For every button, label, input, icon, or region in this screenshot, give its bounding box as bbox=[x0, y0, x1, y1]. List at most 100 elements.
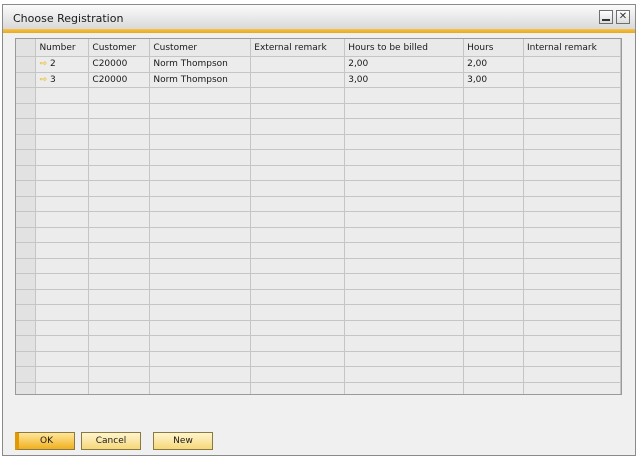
table-cell[interactable] bbox=[250, 382, 346, 394]
table-cell[interactable] bbox=[35, 335, 90, 352]
table-cell[interactable] bbox=[250, 304, 346, 321]
table-cell[interactable] bbox=[35, 366, 90, 383]
table-cell[interactable] bbox=[344, 304, 465, 321]
table-cell[interactable] bbox=[463, 289, 524, 305]
table-cell[interactable] bbox=[523, 351, 621, 367]
table-cell[interactable] bbox=[344, 289, 465, 305]
table-cell[interactable] bbox=[88, 134, 151, 150]
table-cell[interactable] bbox=[149, 258, 252, 274]
table-row[interactable] bbox=[16, 273, 621, 290]
table-cell[interactable] bbox=[523, 211, 621, 228]
table-cell[interactable] bbox=[88, 289, 151, 305]
table-cell[interactable] bbox=[463, 273, 524, 290]
table-cell[interactable] bbox=[88, 103, 151, 119]
table-row[interactable] bbox=[16, 382, 621, 394]
row-selector[interactable] bbox=[16, 304, 37, 321]
table-cell[interactable] bbox=[35, 273, 90, 290]
table-cell[interactable] bbox=[344, 118, 465, 135]
table-cell[interactable] bbox=[463, 382, 524, 394]
table-cell[interactable] bbox=[250, 335, 346, 352]
table-row[interactable] bbox=[16, 180, 621, 197]
table-cell[interactable] bbox=[344, 366, 465, 383]
table-cell[interactable] bbox=[88, 382, 151, 394]
table-cell[interactable] bbox=[250, 149, 346, 166]
table-cell[interactable] bbox=[523, 165, 621, 181]
table-cell[interactable] bbox=[463, 227, 524, 243]
table-cell[interactable] bbox=[250, 366, 346, 383]
table-cell[interactable]: ⇨ 3 bbox=[35, 72, 90, 88]
table-row[interactable] bbox=[16, 258, 621, 274]
table-cell[interactable] bbox=[88, 304, 151, 321]
column-header[interactable]: Customer bbox=[149, 39, 252, 57]
table-cell[interactable] bbox=[523, 304, 621, 321]
table-row[interactable] bbox=[16, 134, 621, 150]
table-cell[interactable] bbox=[463, 149, 524, 166]
close-icon[interactable]: ✕ bbox=[616, 10, 630, 24]
table-cell[interactable] bbox=[88, 351, 151, 367]
column-header[interactable]: Hours to be billed bbox=[344, 39, 465, 57]
table-cell[interactable] bbox=[35, 258, 90, 274]
table-cell[interactable] bbox=[463, 134, 524, 150]
table-row[interactable] bbox=[16, 351, 621, 367]
table-cell[interactable] bbox=[463, 87, 524, 104]
row-selector[interactable] bbox=[16, 180, 37, 197]
table-cell[interactable] bbox=[250, 211, 346, 228]
table-cell[interactable] bbox=[344, 165, 465, 181]
table-cell[interactable] bbox=[149, 289, 252, 305]
table-cell[interactable] bbox=[35, 87, 90, 104]
table-row[interactable] bbox=[16, 242, 621, 259]
table-cell[interactable] bbox=[523, 149, 621, 166]
table-cell[interactable] bbox=[250, 273, 346, 290]
table-cell[interactable] bbox=[523, 382, 621, 394]
table-cell[interactable] bbox=[344, 87, 465, 104]
table-cell[interactable] bbox=[88, 273, 151, 290]
row-selector[interactable] bbox=[16, 242, 37, 259]
table-cell[interactable] bbox=[35, 320, 90, 336]
row-selector[interactable] bbox=[16, 103, 37, 119]
table-cell[interactable] bbox=[344, 242, 465, 259]
table-row[interactable] bbox=[16, 211, 621, 228]
table-cell[interactable] bbox=[250, 180, 346, 197]
table-cell[interactable] bbox=[149, 351, 252, 367]
table-cell[interactable] bbox=[344, 351, 465, 367]
row-selector[interactable] bbox=[16, 118, 37, 135]
table-cell[interactable] bbox=[344, 180, 465, 197]
table-cell[interactable] bbox=[463, 118, 524, 135]
table-cell[interactable] bbox=[523, 103, 621, 119]
table-cell[interactable] bbox=[35, 165, 90, 181]
table-cell[interactable] bbox=[149, 196, 252, 212]
table-cell[interactable] bbox=[463, 165, 524, 181]
table-cell[interactable] bbox=[463, 180, 524, 197]
table-cell[interactable] bbox=[35, 103, 90, 119]
table-cell[interactable]: 3,00 bbox=[463, 72, 524, 88]
table-cell[interactable] bbox=[88, 87, 151, 104]
table-cell[interactable] bbox=[250, 351, 346, 367]
table-cell[interactable] bbox=[88, 227, 151, 243]
table-row[interactable] bbox=[16, 335, 621, 352]
table-cell[interactable]: C20000 bbox=[88, 56, 151, 73]
table-cell[interactable] bbox=[149, 180, 252, 197]
table-cell[interactable] bbox=[250, 134, 346, 150]
table-row[interactable]: ⇨ 2 C20000 Norm Thompson 2,00 2,00 bbox=[16, 56, 621, 73]
table-cell[interactable] bbox=[523, 180, 621, 197]
table-cell[interactable] bbox=[250, 242, 346, 259]
table-cell[interactable] bbox=[88, 180, 151, 197]
table-cell[interactable]: 2,00 bbox=[344, 56, 465, 73]
table-cell[interactable] bbox=[463, 103, 524, 119]
table-cell[interactable] bbox=[463, 196, 524, 212]
column-header[interactable]: Customer bbox=[88, 39, 151, 57]
table-cell[interactable] bbox=[88, 320, 151, 336]
table-cell[interactable] bbox=[344, 103, 465, 119]
table-cell[interactable]: Norm Thompson bbox=[149, 72, 252, 88]
table-cell[interactable] bbox=[149, 242, 252, 259]
table-cell[interactable]: ⇨ 2 bbox=[35, 56, 90, 73]
table-cell[interactable] bbox=[149, 87, 252, 104]
table-row[interactable] bbox=[16, 366, 621, 383]
table-cell[interactable] bbox=[35, 118, 90, 135]
table-cell[interactable] bbox=[523, 258, 621, 274]
table-cell[interactable] bbox=[250, 227, 346, 243]
table-cell[interactable] bbox=[463, 320, 524, 336]
new-button[interactable]: New bbox=[153, 432, 213, 450]
column-header[interactable]: Number bbox=[35, 39, 90, 57]
row-selector[interactable] bbox=[16, 165, 37, 181]
